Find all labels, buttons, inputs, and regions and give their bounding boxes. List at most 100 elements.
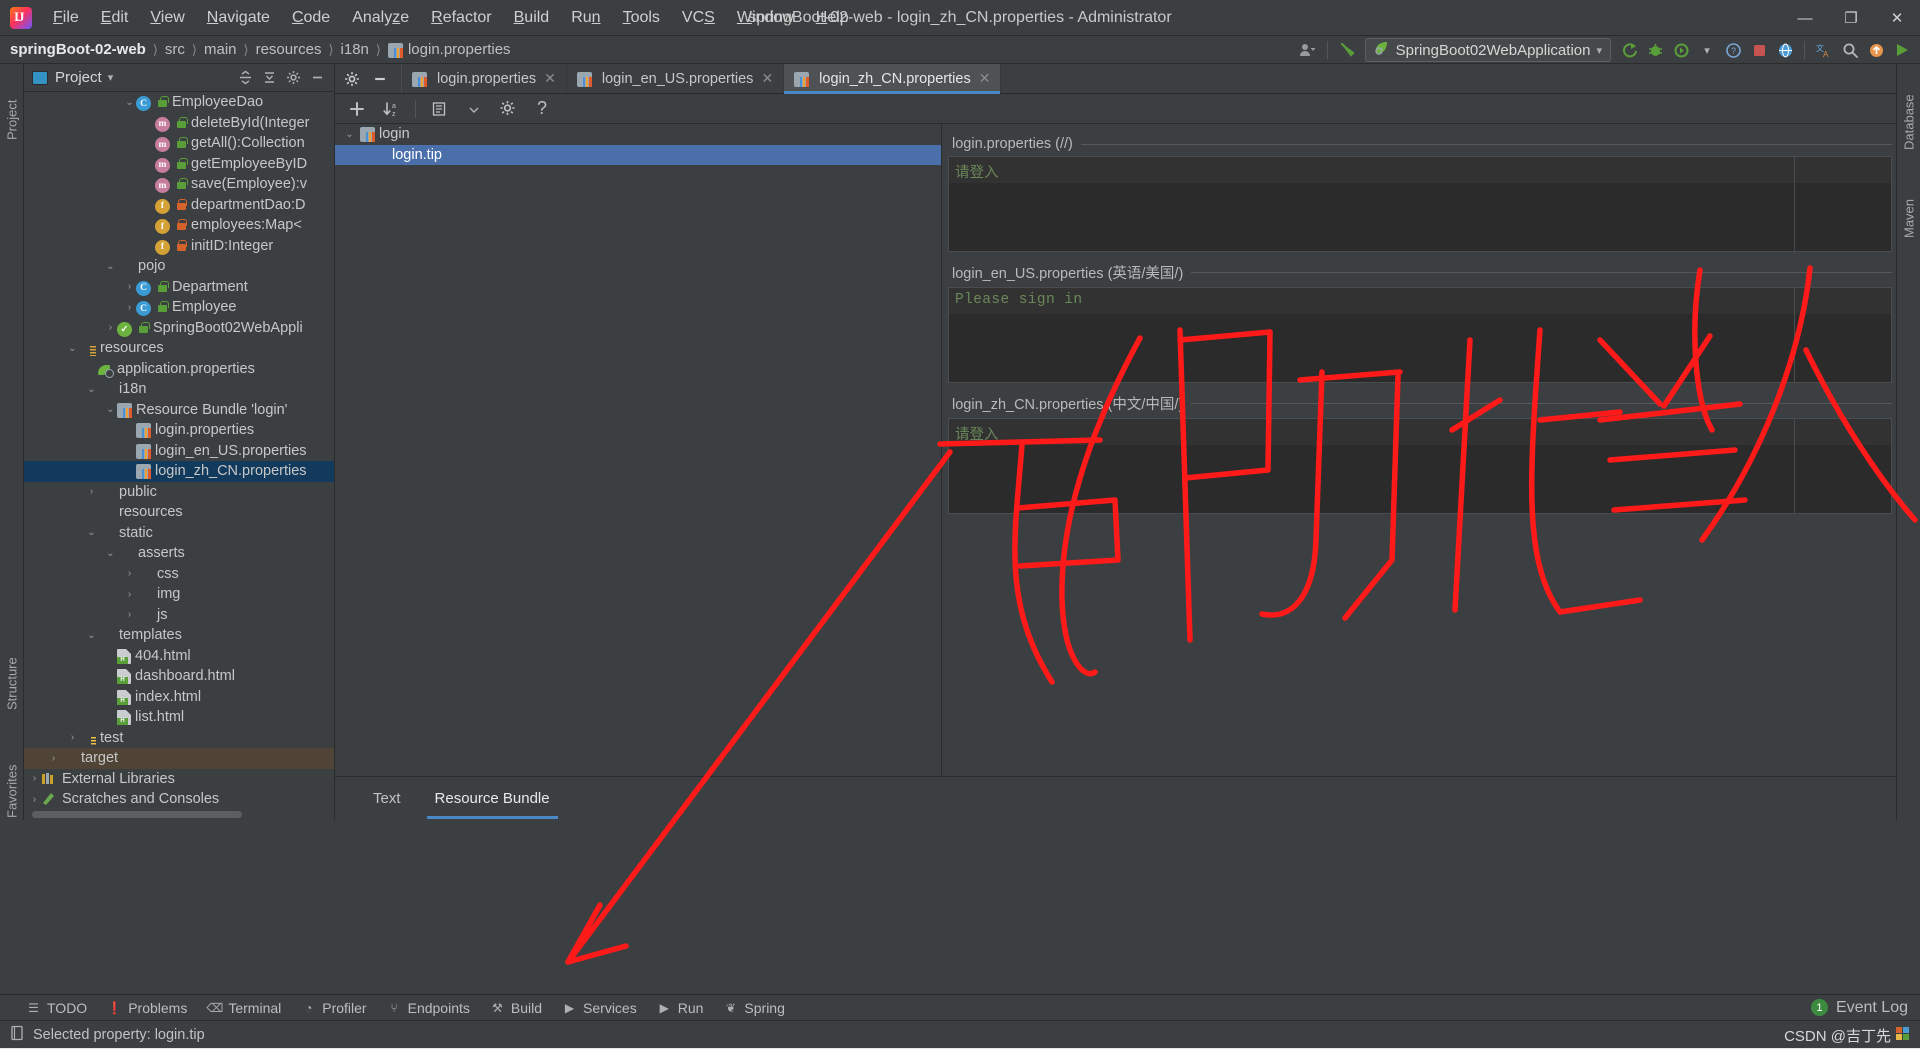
run-with-coverage-icon[interactable]	[1669, 38, 1693, 62]
minimize-button[interactable]: —	[1782, 0, 1828, 36]
menu-code[interactable]: Code	[281, 5, 341, 31]
menu-bar[interactable]: File Edit View Navigate Code Analyze Ref…	[42, 5, 860, 31]
tree-node-departmentdao-d[interactable]: ›fdepartmentDao:D	[24, 195, 334, 216]
tree-node-resource-bundle-login[interactable]: ⌄ Resource Bundle 'login'	[24, 400, 334, 421]
tree-node-employee[interactable]: › C Employee	[24, 297, 334, 318]
tree-node-img[interactable]: › img	[24, 584, 334, 605]
tree-node-login-properties[interactable]: ›login.properties	[24, 420, 334, 441]
tree-node-dashboard-html[interactable]: ›dashboard.html	[24, 666, 334, 687]
settings-gear-icon[interactable]	[498, 99, 518, 119]
menu-help[interactable]: Help	[805, 5, 860, 31]
hide-editor-icon[interactable]	[371, 70, 389, 88]
tool-button-favorites[interactable]: Favorites	[0, 728, 24, 824]
search-icon[interactable]	[1838, 38, 1862, 62]
group-by-icon[interactable]	[430, 99, 450, 119]
chevron-right-icon[interactable]: ›	[123, 609, 136, 620]
hide-panel-icon[interactable]	[308, 69, 326, 87]
tree-node-employeedao[interactable]: ⌄ C EmployeeDao	[24, 92, 334, 113]
expand-collapse-icon[interactable]	[236, 69, 254, 87]
tool-window-button-endpoints[interactable]: ⑂ Endpoints	[387, 1000, 470, 1016]
run-icon[interactable]	[1890, 38, 1914, 62]
gear-icon[interactable]	[284, 69, 302, 87]
tree-node-getemployeebyid[interactable]: ›mgetEmployeeByID	[24, 154, 334, 175]
menu-refactor[interactable]: Refactor	[420, 5, 502, 31]
tree-node-resources[interactable]: ⌄ resources	[24, 338, 334, 359]
chevron-right-icon[interactable]: ›	[85, 486, 98, 497]
close-icon[interactable]: ✕	[761, 70, 773, 87]
project-horizontal-scrollbar[interactable]	[32, 811, 242, 818]
tool-window-button-spring[interactable]: ❦ Spring	[723, 1000, 785, 1016]
build-hammer-icon[interactable]	[1335, 38, 1359, 62]
menu-file[interactable]: File	[42, 5, 90, 31]
breadcrumb-i18n[interactable]: i18n	[341, 41, 369, 58]
tool-window-button-build[interactable]: ⚒ Build	[490, 1000, 542, 1016]
chevron-right-icon[interactable]: ›	[28, 773, 41, 784]
project-tree[interactable]: ⌄CEmployeeDao›mdeleteById(Integer›mgetAl…	[24, 92, 334, 808]
tree-node-resources[interactable]: ›resources	[24, 502, 334, 523]
translate-icon[interactable]: 文A	[1812, 38, 1836, 62]
more-run-actions-icon[interactable]: ▾	[1695, 38, 1719, 62]
tool-button-database[interactable]: Database	[1897, 68, 1920, 156]
tree-node-css[interactable]: › css	[24, 564, 334, 585]
tool-button-project[interactable]: Project	[0, 68, 24, 146]
event-log-button[interactable]: 1 Event Log	[1810, 999, 1920, 1017]
close-icon[interactable]: ✕	[979, 70, 991, 87]
menu-run[interactable]: Run	[560, 5, 611, 31]
tree-node-templates[interactable]: ⌄ templates	[24, 625, 334, 646]
chevron-down-icon[interactable]: ⌄	[85, 384, 98, 395]
tree-node-i18n[interactable]: ⌄ i18n	[24, 379, 334, 400]
tree-node-index-html[interactable]: ›index.html	[24, 687, 334, 708]
property-key-login-tip[interactable]: ›login.tip	[335, 144, 941, 165]
tree-node-login-zh-cn-properties[interactable]: ›login_zh_CN.properties	[24, 461, 334, 482]
editor-tab-login-en-us-properties[interactable]: login_en_US.properties ✕	[567, 64, 785, 93]
stop-icon[interactable]	[1747, 38, 1771, 62]
menu-vcs[interactable]: VCS	[671, 5, 726, 31]
value-editor[interactable]: Please sign in	[948, 287, 1892, 383]
menu-analyze[interactable]: Analyze	[341, 5, 420, 31]
value-editor[interactable]: 请登入	[948, 418, 1892, 514]
tab-text[interactable]: Text	[369, 784, 405, 813]
chevron-down-icon[interactable]: ⌄	[85, 630, 98, 641]
chevron-down-icon[interactable]: ⌄	[85, 527, 98, 538]
chevron-down-icon[interactable]: ⌄	[66, 343, 79, 354]
chevron-right-icon[interactable]: ›	[123, 568, 136, 579]
editor-tab-login-properties[interactable]: login.properties ✕	[402, 64, 567, 93]
user-dropdown-icon[interactable]	[1296, 38, 1320, 62]
breadcrumb-file[interactable]: login.properties	[387, 41, 511, 58]
tree-node-list-html[interactable]: ›list.html	[24, 707, 334, 728]
tab-resource-bundle[interactable]: Resource Bundle	[426, 784, 558, 819]
tree-node-login-en-us-properties[interactable]: ›login_en_US.properties	[24, 441, 334, 462]
tree-node-department[interactable]: › C Department	[24, 277, 334, 298]
menu-edit[interactable]: Edit	[90, 5, 140, 31]
chevron-down-icon[interactable]	[464, 100, 484, 120]
sort-alphabetically-icon[interactable]: az	[381, 99, 401, 119]
chevron-down-icon[interactable]: ⌄	[123, 97, 136, 108]
tree-node-employees-map[interactable]: ›femployees:Map<	[24, 215, 334, 236]
chevron-down-icon[interactable]: ⌄	[104, 548, 117, 559]
gear-icon[interactable]	[343, 70, 361, 88]
menu-build[interactable]: Build	[503, 5, 561, 31]
rerun-icon[interactable]	[1617, 38, 1641, 62]
tool-window-button-services[interactable]: ▶ Services	[562, 1000, 637, 1016]
chevron-right-icon[interactable]: ›	[104, 322, 117, 333]
tree-node-external-libraries[interactable]: › External Libraries	[24, 769, 334, 790]
menu-tools[interactable]: Tools	[612, 5, 671, 31]
menu-window[interactable]: Window	[726, 5, 805, 31]
tree-node-public[interactable]: › public	[24, 482, 334, 503]
editor-tab-login-zh-cn-properties[interactable]: login_zh_CN.properties ✕	[784, 64, 1002, 94]
chevron-down-icon[interactable]: ⌄	[104, 261, 117, 272]
breadcrumb-src[interactable]: src	[165, 41, 185, 58]
tree-node-getall-collection[interactable]: ›mgetAll():Collection	[24, 133, 334, 154]
close-button[interactable]: ✕	[1874, 0, 1920, 36]
tree-node-js[interactable]: › js	[24, 605, 334, 626]
tree-node-initid-integer[interactable]: ›finitID:Integer	[24, 236, 334, 257]
tree-node-test[interactable]: › test	[24, 728, 334, 749]
tree-node-404-html[interactable]: ›404.html	[24, 646, 334, 667]
menu-navigate[interactable]: Navigate	[196, 5, 281, 31]
chevron-right-icon[interactable]: ›	[47, 753, 60, 764]
chevron-right-icon[interactable]: ›	[28, 794, 41, 805]
tool-button-structure[interactable]: Structure	[0, 624, 24, 716]
tool-window-button-terminal[interactable]: ⌫ Terminal	[206, 1000, 281, 1016]
tree-node-save-employee-v[interactable]: ›msave(Employee):v	[24, 174, 334, 195]
resource-bundle-key-tree[interactable]: ⌄ login›login.tip	[335, 124, 942, 776]
